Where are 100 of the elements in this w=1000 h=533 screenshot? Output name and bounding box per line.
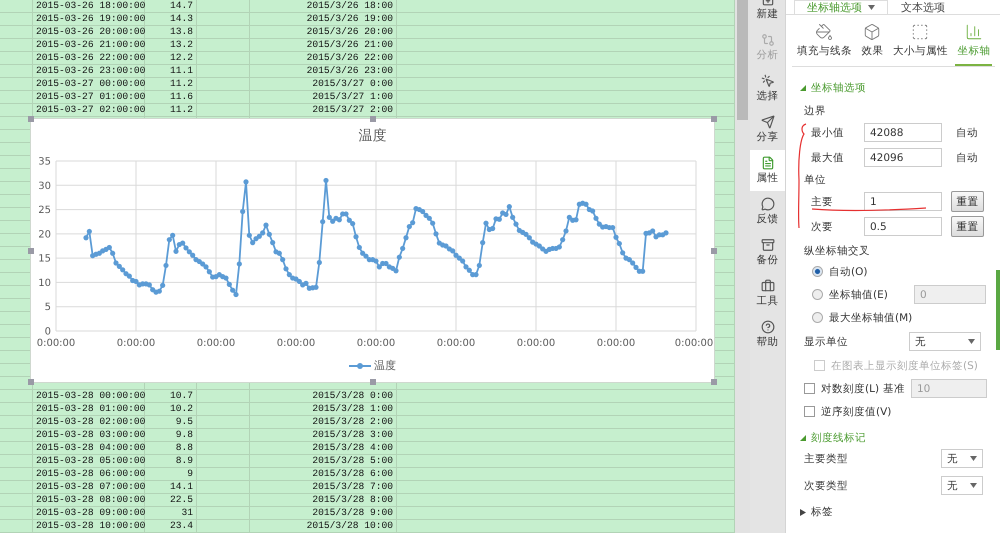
checkbox[interactable] [804, 383, 815, 394]
table-cell: 2015-03-28 05:00:00 [33, 455, 145, 467]
table-cell: 2015-03-28 03:00:00 [33, 429, 145, 441]
table-cell: 23.4 [145, 520, 197, 532]
group-label: 纵坐标轴交叉 [804, 244, 871, 258]
field-label: 主要 [811, 194, 834, 208]
resize-handle[interactable] [370, 379, 376, 385]
field-label: 显示单位 [804, 334, 849, 348]
collapse-triangle-icon[interactable] [800, 434, 806, 442]
chart-panel[interactable]: 温度 0 5 10 15 20 25 30 35 0:00:00 0:00:00 0:00:00 0:00:00 0:00:00 0:00:00 0:00:00 0:00:00 0:00:00 温度 [30, 118, 715, 383]
input-field[interactable]: 1 [864, 192, 942, 211]
sidebar-item[interactable]: 反馈 [750, 191, 785, 232]
resize-handle[interactable] [711, 379, 717, 385]
dashed-square-icon [911, 23, 930, 41]
tab[interactable]: 大小与属性 [890, 23, 950, 66]
input-field[interactable]: 42088 [864, 123, 942, 142]
help-icon [760, 320, 774, 334]
table-cell: 2015-03-28 09:00:00 [33, 507, 145, 519]
table-cell: 2015/3/28 1:00 [250, 403, 397, 415]
option-label: 对数刻度(L) [821, 382, 880, 396]
table-cell: 2015/3/28 5:00 [250, 455, 397, 467]
axis-tick-label: 20 [38, 229, 51, 240]
compare-icon [760, 33, 774, 47]
caret-icon [970, 456, 977, 461]
sidebar-item[interactable]: 分享 [750, 109, 785, 150]
axis-tick-label: 0:00:00 [116, 338, 156, 349]
table-cell: 2015-03-28 04:00:00 [33, 442, 145, 454]
sidebar-item[interactable]: 选择 [750, 68, 785, 109]
axis-tick-label: 0:00:00 [356, 338, 396, 349]
reset-button[interactable]: 重置 [951, 216, 984, 237]
column-chart-icon [964, 23, 983, 41]
paint-bucket-icon [815, 23, 834, 41]
radio-button[interactable] [812, 266, 823, 277]
dropdown[interactable]: 无 [941, 476, 983, 495]
table-cell: 2015/3/28 9:00 [250, 507, 397, 519]
briefcase-icon [760, 279, 774, 293]
table-cell: 10.2 [145, 403, 197, 415]
chat-bubble-icon [760, 197, 774, 211]
status-label: 自动 [956, 126, 978, 140]
expand-triangle-icon[interactable] [800, 508, 806, 516]
axis-tick-label: 35 [38, 156, 51, 168]
option-label: 最大坐标轴值(M) [829, 310, 912, 324]
table-cell: 9.5 [145, 416, 197, 428]
option-label: 在图表上显示刻度单位标签(S) [831, 358, 978, 372]
table-cell: 31 [145, 507, 197, 519]
dropdown[interactable]: 无 [909, 332, 981, 351]
sidebar-item[interactable]: 属性 [750, 150, 785, 191]
resize-handle[interactable] [711, 248, 717, 254]
table-cell: 10.7 [145, 390, 197, 402]
table-cell: 13.2 [145, 39, 197, 51]
axis-tick-label: 0:00:00 [196, 338, 236, 349]
resize-handle[interactable] [711, 116, 717, 122]
dropdown[interactable]: 无 [941, 449, 983, 468]
input-field[interactable]: 42096 [864, 148, 942, 167]
field-label: 基准 [883, 382, 905, 396]
archive-icon [760, 238, 774, 252]
table-cell: 2015-03-26 20:00:00 [33, 26, 145, 38]
scrollbar-thumb[interactable] [737, 0, 748, 120]
checkbox[interactable] [804, 406, 815, 417]
resize-handle[interactable] [370, 116, 376, 122]
send-icon [760, 115, 774, 129]
table-cell: 2015/3/28 0:00 [250, 390, 397, 402]
axis-tick-label: 0:00:00 [36, 338, 76, 349]
table-cell: 2015/3/26 18:00 [250, 0, 397, 12]
sidebar-item[interactable]: 帮助 [750, 314, 785, 355]
sidebar-item[interactable]: 新建 [750, 0, 785, 27]
table-cell: 11.1 [145, 65, 197, 77]
table-cell: 2015/3/28 6:00 [250, 468, 397, 480]
option-label: 逆序刻度值(V) [821, 404, 892, 418]
table-cell: 14.7 [145, 0, 197, 12]
resize-handle[interactable] [28, 116, 34, 122]
sidebar-item[interactable]: 备份 [750, 232, 785, 273]
radio-button[interactable] [812, 289, 823, 300]
radio-button[interactable] [812, 312, 823, 323]
reset-button[interactable]: 重置 [951, 191, 984, 212]
tab[interactable]: 坐标轴选项 [794, 0, 888, 14]
caret-icon [868, 5, 875, 10]
table-cell: 8.8 [145, 442, 197, 454]
resize-handle[interactable] [28, 248, 34, 254]
tab[interactable]: 填充与线条 [794, 23, 854, 66]
sidebar-item[interactable]: 工具 [750, 273, 785, 314]
table-cell: 2015-03-26 18:00:00 [33, 0, 145, 12]
table-cell: 2015/3/26 19:00 [250, 13, 397, 25]
axis-tick-label: 0:00:00 [436, 338, 476, 349]
tab[interactable]: 文本选项 [888, 0, 958, 14]
tab[interactable]: 效果 [859, 23, 886, 66]
section-title: 坐标轴选项 [811, 81, 866, 95]
axis-tick-label: 30 [38, 180, 51, 192]
table-cell: 2015/3/28 10:00 [250, 520, 397, 532]
table-cell: 22.5 [145, 494, 197, 506]
table-cell: 2015-03-26 21:00:00 [33, 39, 145, 51]
axis-tick-label: 0 [44, 326, 51, 338]
group-label: 单位 [804, 172, 827, 188]
table-cell: 2015-03-28 07:00:00 [33, 481, 145, 493]
resize-handle[interactable] [28, 379, 34, 385]
cube-icon [863, 23, 882, 41]
section-title: 标签 [811, 505, 833, 519]
input-field[interactable]: 0.5 [864, 217, 942, 236]
tab[interactable]: 坐标轴 [955, 23, 992, 66]
collapse-triangle-icon[interactable] [800, 84, 806, 92]
